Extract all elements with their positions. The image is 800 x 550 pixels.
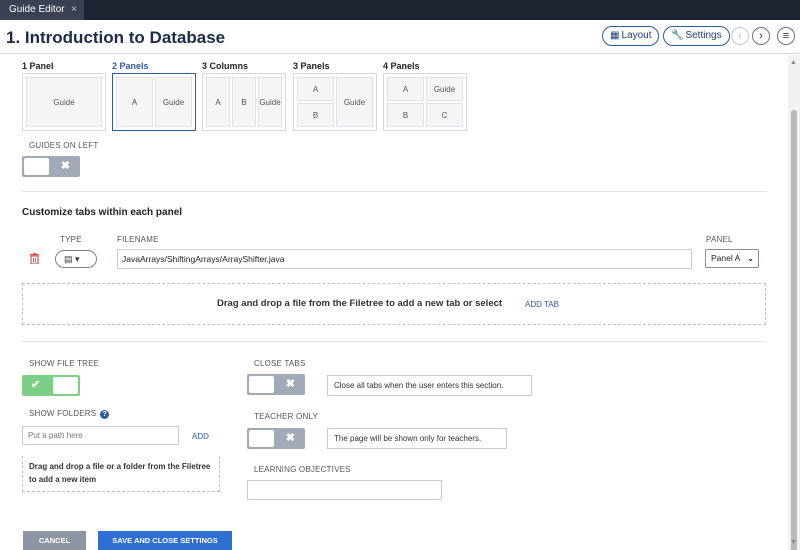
layout-cell: B: [387, 103, 424, 127]
save-and-close-button[interactable]: SAVE AND CLOSE SETTINGS: [98, 531, 232, 550]
teacher-only-label: TEACHER ONLY: [254, 412, 319, 421]
x-icon: ✖: [285, 432, 295, 444]
panel-select-value: Panel A: [711, 253, 741, 263]
close-icon[interactable]: ×: [71, 0, 77, 20]
type-header: TYPE: [60, 235, 82, 244]
trash-icon[interactable]: [30, 253, 40, 265]
page-title: 1. Introduction to Database: [6, 28, 226, 47]
show-file-tree-toggle[interactable]: ✔: [22, 375, 80, 396]
toggle-knob: [53, 377, 78, 394]
layout-cell: B: [297, 103, 334, 127]
layout-cell: A: [206, 77, 230, 127]
filename-header: FILENAME: [117, 235, 159, 244]
type-select[interactable]: ▤ ▾: [55, 250, 97, 268]
previous-button[interactable]: ‹: [731, 27, 749, 45]
show-file-tree-label: SHOW FILE TREE: [29, 359, 100, 368]
close-tabs-description: Close all tabs when the user enters this…: [327, 375, 532, 396]
toggle-knob: [249, 430, 274, 447]
layout-option-label: 3 Panels: [293, 61, 330, 71]
scroll-up-icon[interactable]: ▲: [790, 59, 797, 66]
chevron-down-icon: ▾: [75, 254, 80, 264]
check-icon: ✔: [31, 379, 41, 391]
settings-label: Settings: [685, 30, 722, 41]
layout-cell: Guide: [336, 77, 373, 127]
guides-on-left-toggle[interactable]: ✖: [22, 156, 80, 177]
layout-cell: B: [232, 77, 256, 127]
tabs-section-title: Customize tabs within each panel: [22, 207, 183, 218]
close-tabs-toggle[interactable]: ✖: [247, 374, 305, 395]
toggle-knob: [24, 158, 49, 175]
tab-strip: Guide Editor ×: [0, 0, 800, 20]
layout-option-4-panels[interactable]: 4 Panels A Guide B C: [383, 61, 467, 131]
wrench-icon: 🔧: [671, 30, 684, 41]
layout-option-3-panels[interactable]: 3 Panels A B Guide: [293, 61, 377, 131]
divider: [22, 191, 766, 192]
layout-cell: Guide: [155, 77, 192, 127]
layout-cell: A: [387, 77, 424, 101]
learning-objectives-label: LEARNING OBJECTIVES: [254, 465, 351, 474]
show-folders-text: SHOW FOLDERS: [29, 409, 97, 418]
layout-option-label: 4 Panels: [383, 61, 420, 71]
learning-objectives-input[interactable]: [247, 480, 442, 500]
x-icon: ✖: [60, 160, 70, 172]
layout-cell: Guide: [426, 77, 463, 101]
toggle-knob: [249, 376, 274, 393]
close-tabs-label: CLOSE TABS: [254, 359, 306, 368]
layout-option-3-columns[interactable]: 3 Columns A B Guide: [202, 61, 286, 131]
layout-option-label: 1 Panel: [22, 61, 54, 71]
scrollbar-thumb[interactable]: [791, 110, 797, 550]
tab-drop-text: Drag and drop a file from the Filetree t…: [217, 298, 503, 309]
layout-label: Layout: [621, 30, 652, 41]
add-tab-link[interactable]: ADD TAB: [525, 300, 559, 309]
layout-preview[interactable]: A B Guide: [293, 73, 377, 131]
scroll-down-icon[interactable]: ▼: [790, 539, 797, 546]
layout-preview[interactable]: A B Guide: [202, 73, 286, 131]
layout-option-1-panel[interactable]: 1 Panel Guide: [22, 61, 106, 131]
layout-option-label: 3 Columns: [202, 61, 249, 71]
layout-icon: ▦: [610, 30, 620, 41]
layout-preview[interactable]: Guide: [22, 73, 106, 131]
layout-cell: A: [116, 77, 153, 127]
layout-option-2-panels[interactable]: 2 Panels A Guide: [112, 61, 196, 131]
chevron-down-icon: ⌄: [747, 254, 754, 263]
layout-cell: Guide: [258, 77, 282, 127]
layout-cell: C: [426, 103, 463, 127]
teacher-only-description: The page will be shown only for teachers…: [327, 428, 507, 449]
next-button[interactable]: ›: [752, 27, 770, 45]
layout-option-label: 2 Panels: [112, 61, 149, 71]
layout-preview[interactable]: A Guide B C: [383, 73, 467, 131]
show-folders-label: SHOW FOLDERS?: [29, 409, 110, 419]
add-folder-link[interactable]: ADD: [192, 432, 209, 441]
menu-button[interactable]: ≡: [777, 27, 795, 45]
tab-label: Guide Editor: [9, 4, 65, 15]
cancel-button[interactable]: CANCEL: [23, 531, 86, 550]
panel-header: PANEL: [706, 235, 733, 244]
filename-field[interactable]: JavaArrays/ShiftingArrays/ArrayShifter.j…: [117, 249, 692, 269]
x-icon: ✖: [285, 378, 295, 390]
layout-cell: A: [297, 77, 334, 101]
divider: [22, 341, 766, 342]
tab-guide-editor[interactable]: Guide Editor ×: [0, 0, 84, 20]
vertical-scrollbar[interactable]: ▲ ▼: [788, 55, 800, 550]
layout-preview[interactable]: A Guide: [112, 73, 196, 131]
panel-select[interactable]: Panel A ⌄: [705, 249, 759, 268]
settings-button[interactable]: 🔧 Settings: [663, 26, 730, 46]
help-icon[interactable]: ?: [100, 410, 110, 419]
folder-drop-text: Drag and drop a file or a folder from th…: [29, 462, 211, 484]
teacher-only-toggle[interactable]: ✖: [247, 428, 305, 449]
guides-on-left-label: GUIDES ON LEFT: [29, 141, 99, 150]
folder-path-input[interactable]: Put a path here: [22, 426, 179, 445]
page-header: 1. Introduction to Database ▦ Layout 🔧 Set…: [0, 20, 800, 54]
file-icon: ▤: [64, 254, 73, 264]
layout-button[interactable]: ▦ Layout: [602, 26, 660, 46]
layout-cell: Guide: [26, 77, 102, 127]
